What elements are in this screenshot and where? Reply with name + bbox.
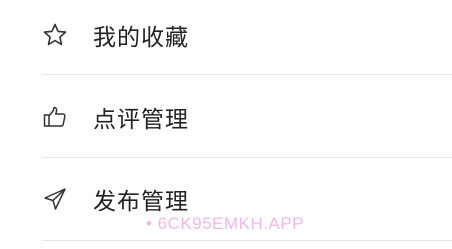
- menu-item-reviews[interactable]: 点评管理: [0, 82, 452, 152]
- menu-item-favorites[interactable]: 我的收藏: [0, 0, 452, 70]
- divider: [42, 157, 452, 158]
- menu-item-label: 发布管理: [93, 189, 189, 215]
- menu-item-label: 点评管理: [93, 107, 189, 133]
- send-paper-plane-icon: [42, 186, 68, 212]
- menu-item-label: 我的收藏: [93, 25, 189, 51]
- thumbs-up-outline-icon: [42, 104, 68, 130]
- divider: [42, 240, 452, 241]
- watermark-text: • 6CK95EMKH.APP: [146, 214, 305, 233]
- divider: [42, 74, 452, 75]
- star-outline-icon: [42, 22, 68, 48]
- profile-menu: 我的收藏 点评管理 发布管理 • 6CK95EMKH.APP: [0, 0, 452, 249]
